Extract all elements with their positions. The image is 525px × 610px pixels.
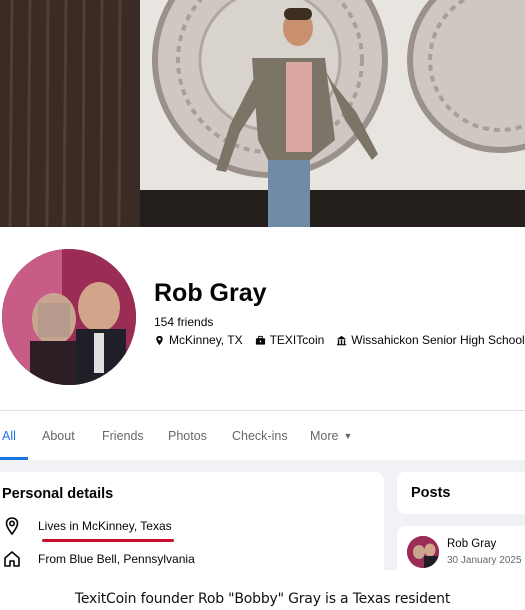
work-text[interactable]: TEXITcoin — [270, 333, 325, 347]
from-text: From Blue Bell, Pennsylvania — [38, 552, 195, 566]
detail-row-from[interactable]: From Blue Bell, Pennsylvania — [2, 549, 195, 569]
work-item: TEXITcoin — [255, 333, 325, 347]
profile-header: Rob Gray 154 friends McKinney, TX TEXITc… — [0, 227, 525, 410]
personal-details-title: Personal details — [2, 486, 114, 502]
cover-photo[interactable] — [0, 0, 525, 227]
chevron-down-icon: ▼ — [343, 431, 353, 441]
caption-bar: TexitCoin founder Rob "Bobby" Gray is a … — [0, 570, 525, 610]
profile-meta: McKinney, TX TEXITcoin Wissahickon Senio… — [154, 333, 525, 347]
tab-photos[interactable]: Photos — [168, 429, 207, 443]
friends-count[interactable]: 154 friends — [154, 315, 213, 329]
lives-in-text: Lives in McKinney, Texas — [38, 519, 172, 533]
tab-more-label: More — [310, 429, 339, 443]
school-icon — [337, 335, 347, 345]
home-icon — [4, 551, 20, 567]
post-author-avatar[interactable] — [407, 536, 439, 568]
tab-about[interactable]: About — [42, 429, 75, 443]
location-pin-icon — [156, 335, 163, 345]
tab-all[interactable]: All — [2, 429, 16, 443]
tab-friends[interactable]: Friends — [102, 429, 144, 443]
cover-photo-image — [0, 0, 525, 227]
highlight-underline — [42, 539, 174, 542]
tab-more[interactable]: More ▼ — [310, 429, 352, 443]
profile-avatar[interactable] — [2, 249, 136, 385]
school-text[interactable]: Wissahickon Senior High School — [351, 333, 524, 347]
tab-check-ins[interactable]: Check-ins — [232, 429, 288, 443]
personal-details-card: Personal details Lives in McKinney, Texa… — [0, 472, 384, 570]
profile-content: Personal details Lives in McKinney, Texa… — [0, 460, 525, 570]
profile-tabs: All About Friends Photos Check-ins More ▼ — [0, 410, 525, 460]
detail-row-lives-in[interactable]: Lives in McKinney, Texas — [2, 516, 172, 536]
post-author-name[interactable]: Rob Gray — [447, 538, 496, 550]
school-item: Wissahickon Senior High School — [336, 333, 525, 347]
post-date[interactable]: 30 January 2025 — [447, 555, 522, 566]
location-item: McKinney, TX — [154, 333, 243, 347]
location-text: McKinney, TX — [169, 333, 243, 347]
briefcase-icon — [255, 335, 265, 345]
posts-card: Posts — [397, 472, 525, 514]
post-item[interactable]: Rob Gray 30 January 2025 — [397, 526, 525, 570]
image-caption: TexitCoin founder Rob "Bobby" Gray is a … — [74, 591, 451, 607]
location-pin-icon — [5, 517, 19, 536]
posts-title: Posts — [411, 485, 451, 501]
profile-name: Rob Gray — [154, 279, 267, 307]
